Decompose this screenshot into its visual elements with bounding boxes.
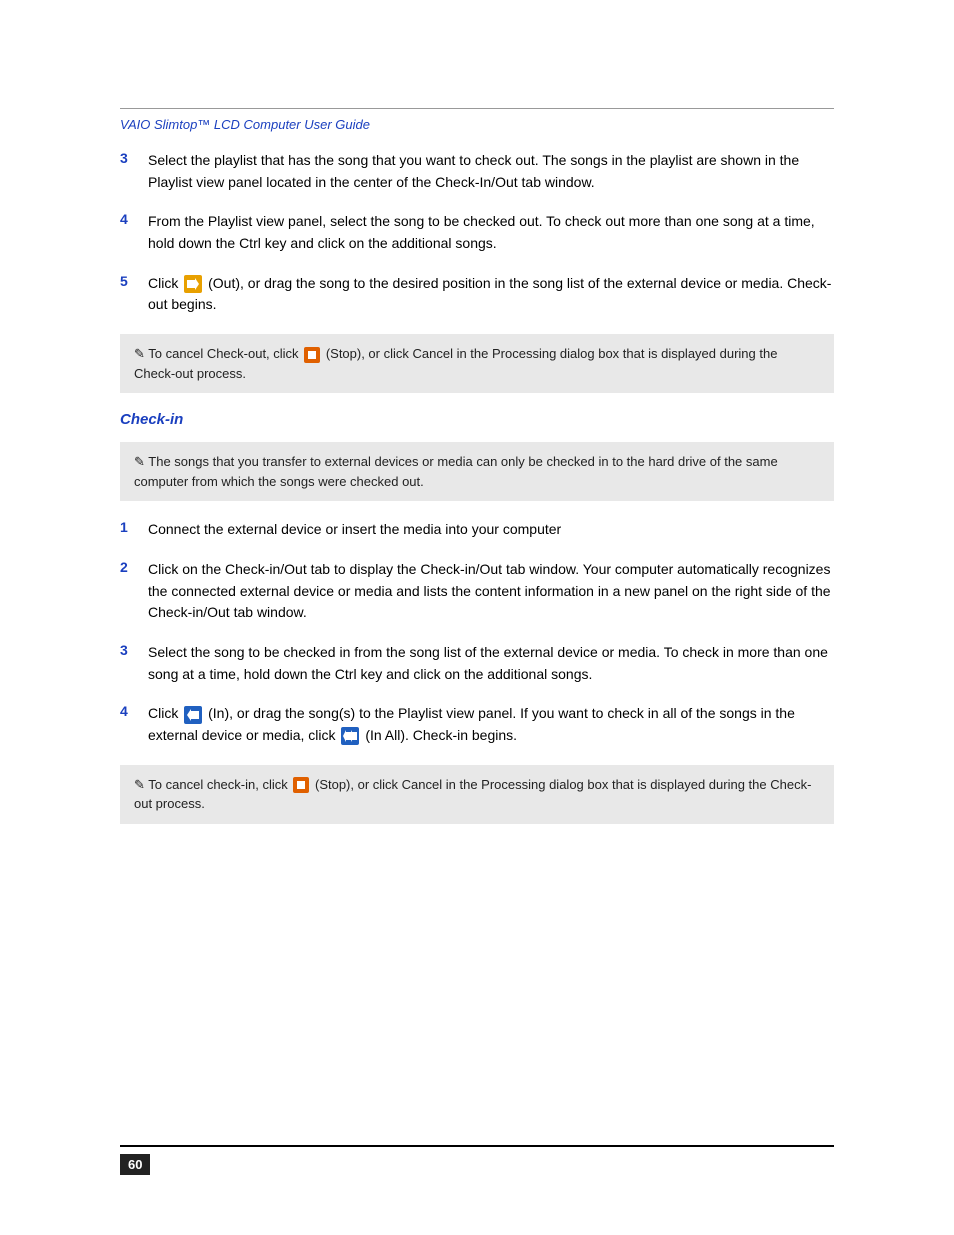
checkin-step-3: 3 Select the song to be checked in from … — [120, 642, 834, 685]
stop-icon-2 — [293, 777, 309, 793]
page-number: 60 — [120, 1154, 150, 1175]
step-5-num: 5 — [120, 273, 148, 289]
note-cancel-checkin-text: ✎ To cancel check-in, click (Stop), or c… — [134, 775, 820, 814]
checkin-step-2-num: 2 — [120, 559, 148, 575]
step-3-text: Select the playlist that has the song th… — [148, 150, 834, 193]
note-checkin-cancel-text1: To cancel check-in, click — [148, 777, 287, 792]
note-icon-pencil: ✎ — [134, 346, 148, 361]
step-5: 5 Click (Out), or drag the song to the d… — [120, 273, 834, 316]
checkin-step-4-num: 4 — [120, 703, 148, 719]
checkin-step-4-before: Click — [148, 705, 178, 721]
note-cancel-checkout: ✎ To cancel Check-out, click (Stop), or … — [120, 334, 834, 393]
checkin-step-3-text: Select the song to be checked in from th… — [148, 642, 834, 685]
note-cancel-checkin: ✎ To cancel check-in, click (Stop), or c… — [120, 765, 834, 824]
checkin-step-4-after: (In All). Check-in begins. — [365, 727, 517, 743]
checkin-step-4-text: Click (In), or drag the song(s) to the P… — [148, 703, 834, 746]
step-4: 4 From the Playlist view panel, select t… — [120, 211, 834, 254]
checkin-step-4: 4 Click (In), or drag the song(s) to the… — [120, 703, 834, 746]
checkin-step-2-text: Click on the Check-in/Out tab to display… — [148, 559, 834, 624]
inall-icon — [341, 727, 359, 745]
step-5-text-after: (Out), or drag the song to the desired p… — [148, 275, 831, 313]
checkin-step-1-num: 1 — [120, 519, 148, 535]
step-3-num: 3 — [120, 150, 148, 166]
checkin-step-3-num: 3 — [120, 642, 148, 658]
in-icon — [184, 706, 202, 724]
note-cancel-checkout-text: ✎ To cancel Check-out, click (Stop), or … — [134, 344, 820, 383]
bottom-rule — [120, 1145, 834, 1147]
note-checkin-info: ✎ The songs that you transfer to externa… — [120, 442, 834, 501]
page: VAIO Slimtop™ LCD Computer User Guide 3 … — [0, 0, 954, 1235]
top-rule — [120, 108, 834, 109]
header-title: VAIO Slimtop™ LCD Computer User Guide — [120, 117, 370, 132]
step-4-num: 4 — [120, 211, 148, 227]
checkin-step-1: 1 Connect the external device or insert … — [120, 519, 834, 541]
note-checkin-info-body: The songs that you transfer to external … — [134, 454, 778, 489]
note-icon-pencil-2: ✎ — [134, 454, 148, 469]
out-icon — [184, 275, 202, 293]
stop-icon-1 — [304, 347, 320, 363]
step-5-text: Click (Out), or drag the song to the des… — [148, 273, 834, 316]
checkin-step-1-text: Connect the external device or insert th… — [148, 519, 834, 541]
note-checkout-text1: To cancel Check-out, click — [148, 346, 298, 361]
header: VAIO Slimtop™ LCD Computer User Guide — [120, 116, 370, 132]
step-5-text-before: Click — [148, 275, 178, 291]
step-4-text: From the Playlist view panel, select the… — [148, 211, 834, 254]
note-checkin-info-text: ✎ The songs that you transfer to externa… — [134, 452, 820, 491]
step-3: 3 Select the playlist that has the song … — [120, 150, 834, 193]
main-content: 3 Select the playlist that has the song … — [120, 150, 834, 842]
checkin-step-2: 2 Click on the Check-in/Out tab to displ… — [120, 559, 834, 624]
checkin-heading: Check-in — [120, 411, 834, 428]
note-icon-pencil-3: ✎ — [134, 777, 148, 792]
